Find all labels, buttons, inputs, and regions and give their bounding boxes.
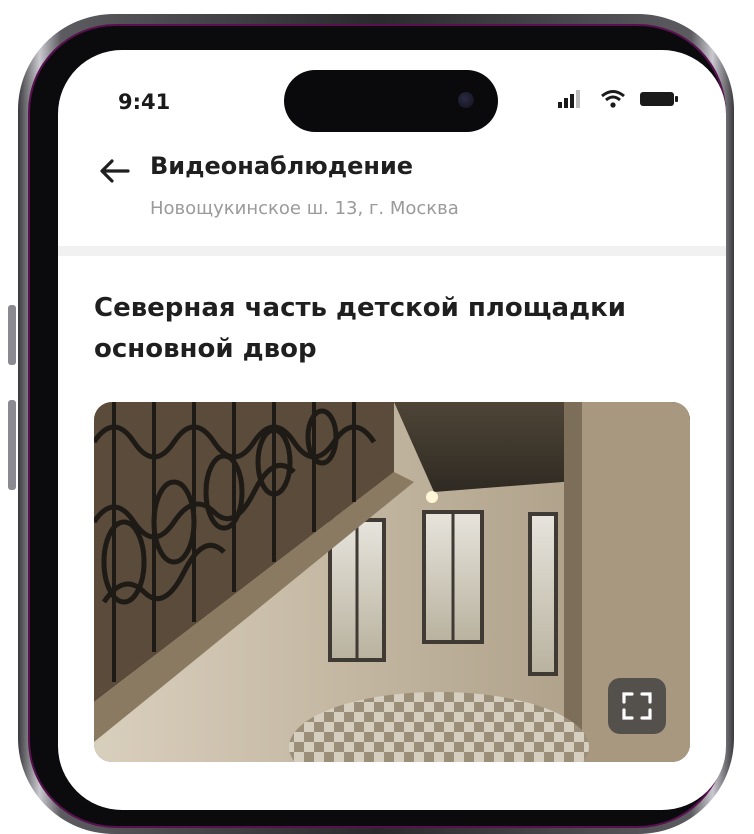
- status-icons: [558, 90, 678, 108]
- camera-snapshot-image: [94, 402, 690, 762]
- front-camera-icon: [458, 92, 474, 108]
- volume-down-button: [8, 400, 16, 490]
- arrow-left-icon[interactable]: [98, 154, 132, 188]
- camera-title: Северная часть детской площадки основной…: [94, 293, 626, 364]
- dynamic-island: [284, 70, 498, 132]
- fullscreen-button[interactable]: [608, 678, 666, 734]
- page-subtitle-address: Новощукинское ш. 13, г. Москва: [150, 198, 459, 219]
- signal-icon: [558, 90, 580, 108]
- volume-up-button: [8, 305, 16, 365]
- battery-icon: [640, 92, 678, 106]
- section-divider: [58, 246, 726, 256]
- phone-screen: 9:41 Видеонаблюдение Новощукинское ш. 13…: [58, 50, 726, 810]
- page-title: Видеонаблюдение: [150, 152, 414, 180]
- wifi-icon: [601, 90, 625, 108]
- camera-stream-view[interactable]: [94, 402, 690, 762]
- status-time: 9:41: [118, 90, 171, 114]
- fullscreen-icon: [622, 692, 652, 720]
